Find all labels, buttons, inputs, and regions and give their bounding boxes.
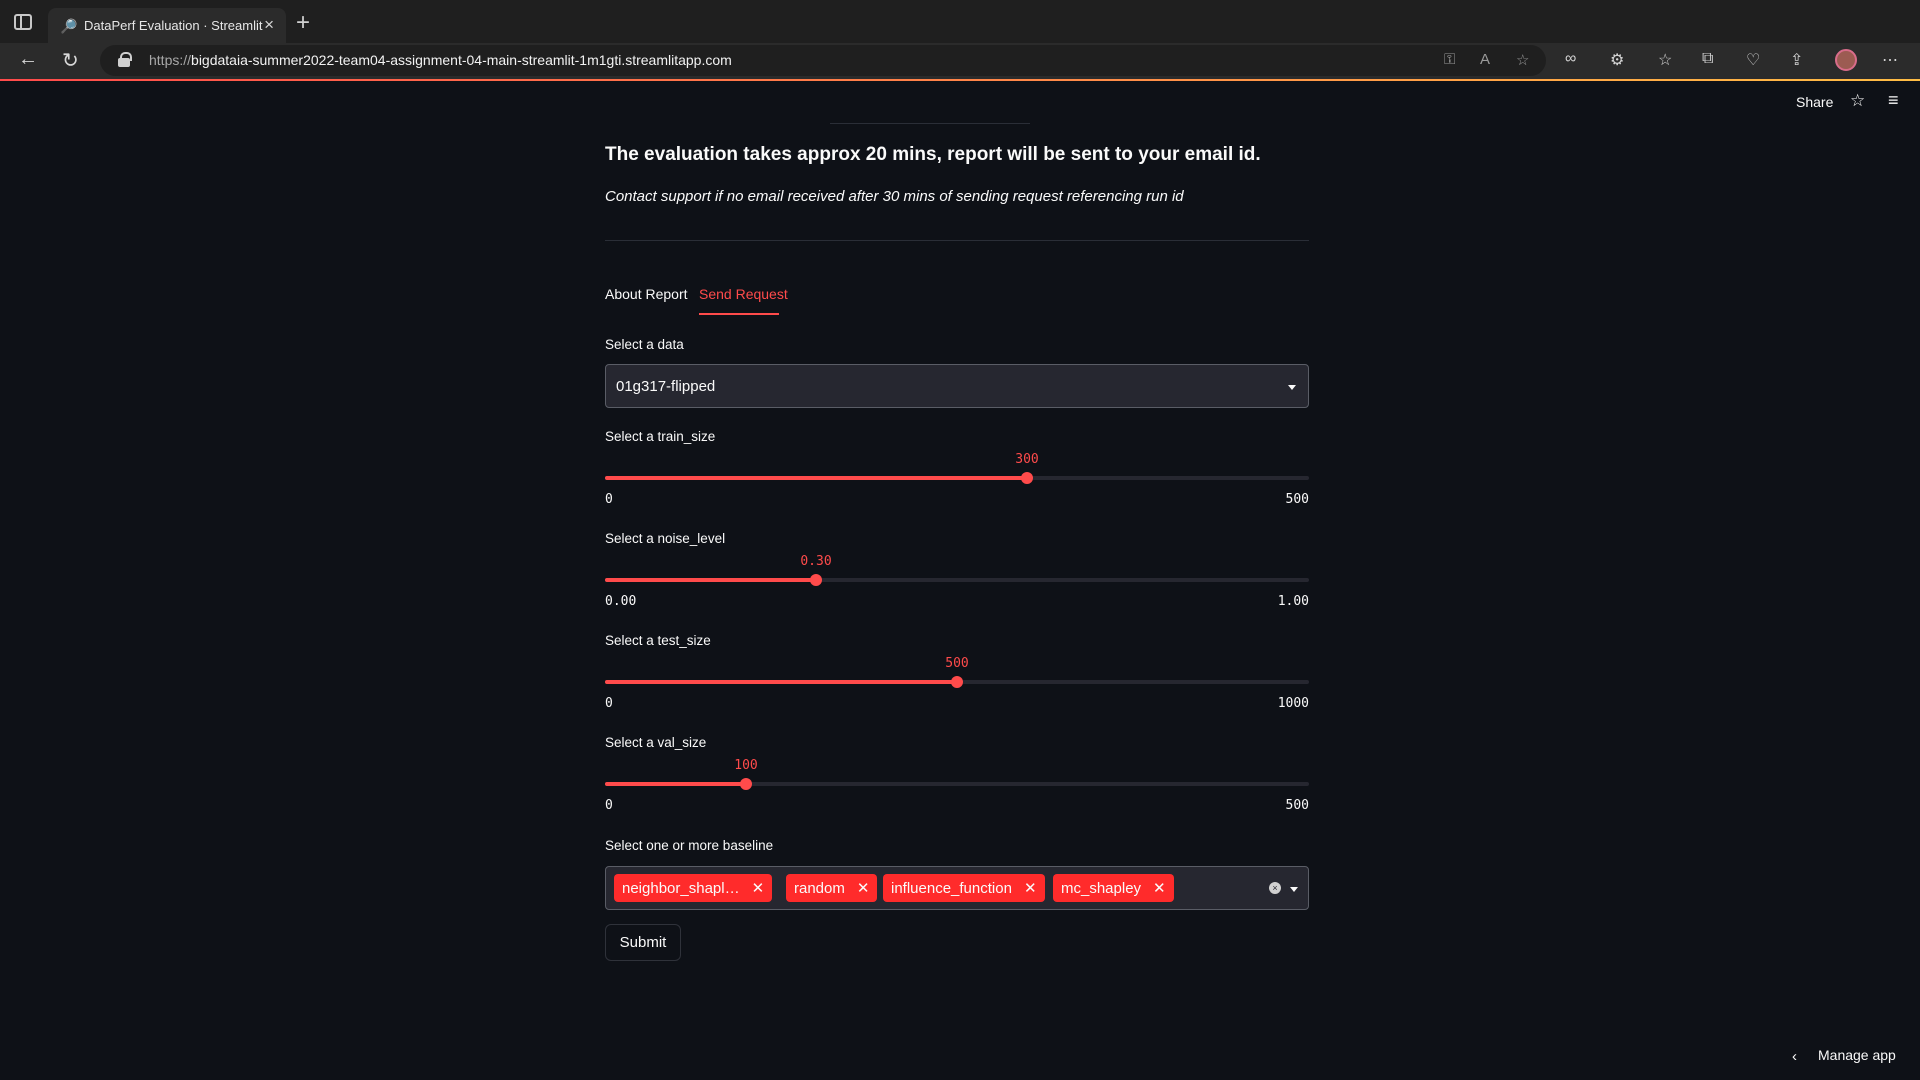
- slider-thumb[interactable]: [951, 676, 963, 688]
- slider-value: 500: [945, 656, 969, 671]
- chevron-left-icon[interactable]: ‹: [1792, 1048, 1797, 1065]
- back-icon[interactable]: ←: [18, 48, 38, 71]
- baseline-multiselect[interactable]: neighbor_shapl… ✕ random ✕ influence_funct…: [605, 866, 1309, 910]
- manage-app-button[interactable]: Manage app: [1818, 1047, 1896, 1063]
- baseline-chip[interactable]: influence_function ✕: [883, 874, 1045, 902]
- baseline-chip[interactable]: random ✕: [786, 874, 878, 902]
- tab-about-report[interactable]: About Report: [605, 286, 688, 302]
- sidebar-icon[interactable]: [14, 14, 32, 30]
- val-size-label: Select a val_size: [605, 735, 707, 750]
- close-icon[interactable]: ✕: [752, 879, 765, 897]
- chip-label: mc_shapley: [1061, 879, 1142, 897]
- slider-fill: [605, 476, 1027, 480]
- slider-fill: [605, 782, 746, 786]
- performance-icon[interactable]: ♡: [1746, 50, 1760, 70]
- slider-fill: [605, 680, 957, 684]
- favorites-icon[interactable]: ☆: [1658, 50, 1672, 70]
- slider-max: 500: [1285, 492, 1309, 507]
- slider-value: 300: [1015, 452, 1039, 467]
- slider-value: 100: [734, 758, 758, 773]
- share-button[interactable]: Share: [1796, 94, 1833, 110]
- avatar[interactable]: [1835, 49, 1857, 71]
- share-icon[interactable]: ⇪: [1790, 50, 1803, 70]
- noise-level-slider[interactable]: 0.30 0.00 1.00: [605, 554, 1309, 618]
- baseline-chip[interactable]: mc_shapley ✕: [1053, 874, 1174, 902]
- train-size-label: Select a train_size: [605, 429, 716, 444]
- star-icon[interactable]: ☆: [1850, 91, 1865, 111]
- add-favorite-icon[interactable]: ☆: [1516, 51, 1529, 69]
- chevron-down-icon[interactable]: [1290, 887, 1298, 892]
- slider-value: 0.30: [800, 554, 832, 569]
- browser-tab[interactable]: 🔎 DataPerf Evaluation · Streamlit ×: [48, 8, 286, 43]
- baseline-label: Select one or more baseline: [605, 838, 774, 853]
- tab-send-request[interactable]: Send Request: [699, 286, 788, 302]
- data-select[interactable]: 01g317-flipped: [605, 364, 1309, 408]
- key-icon[interactable]: ⚿: [1444, 51, 1455, 68]
- slider-min: 0: [605, 798, 613, 813]
- slider-max: 1.00: [1277, 594, 1309, 609]
- slider-thumb[interactable]: [1021, 472, 1033, 484]
- lock-icon: [118, 52, 132, 67]
- close-icon[interactable]: ✕: [1024, 879, 1037, 897]
- slider-thumb[interactable]: [740, 778, 752, 790]
- content-divider: [605, 240, 1309, 241]
- page-subtext: Contact support if no email received aft…: [605, 188, 1184, 205]
- close-icon[interactable]: ✕: [1153, 879, 1166, 897]
- slider-max: 500: [1285, 798, 1309, 813]
- chip-label: neighbor_shapl…: [622, 879, 740, 897]
- baseline-chip[interactable]: neighbor_shapl… ✕: [614, 874, 773, 902]
- browser-tab-strip: 🔎 DataPerf Evaluation · Streamlit × +: [0, 0, 1920, 43]
- close-icon[interactable]: ✕: [857, 879, 870, 897]
- slider-min: 0: [605, 492, 613, 507]
- address-bar[interactable]: https://bigdataia-summer2022-team04-assi…: [100, 45, 1546, 76]
- chip-label: influence_function: [891, 879, 1012, 897]
- page-heading: The evaluation takes approx 20 mins, rep…: [605, 144, 1261, 165]
- data-select-value: 01g317-flipped: [616, 378, 716, 395]
- val-size-slider[interactable]: 100 0 500: [605, 758, 1309, 822]
- test-size-label: Select a test_size: [605, 633, 711, 648]
- hamburger-icon[interactable]: ≡: [1888, 90, 1899, 111]
- extensions-icon[interactable]: ⚙: [1610, 50, 1624, 70]
- top-divider: [830, 123, 1030, 124]
- tab-title: DataPerf Evaluation · Streamlit: [84, 18, 263, 33]
- plus-icon[interactable]: +: [296, 9, 310, 37]
- slider-min: 0: [605, 696, 613, 711]
- slider-fill: [605, 578, 816, 582]
- chevron-down-icon: [1288, 385, 1296, 390]
- active-tab-indicator: [699, 313, 779, 315]
- collections-icon[interactable]: ⧉: [1702, 50, 1713, 68]
- noise-level-label: Select a noise_level: [605, 531, 726, 546]
- chip-label: random: [794, 879, 845, 897]
- slider-thumb[interactable]: [810, 574, 822, 586]
- test-size-slider[interactable]: 500 0 1000: [605, 656, 1309, 720]
- clear-all-icon[interactable]: ×: [1269, 882, 1281, 894]
- app-main: Share ☆ ≡ The evaluation takes approx 20…: [0, 81, 1920, 1080]
- train-size-slider[interactable]: 300 0 500: [605, 452, 1309, 516]
- slider-min: 0.00: [605, 594, 637, 609]
- slider-max: 1000: [1277, 696, 1309, 711]
- close-icon[interactable]: ×: [264, 15, 274, 35]
- read-aloud-icon[interactable]: A: [1480, 51, 1490, 68]
- url-text: https://bigdataia-summer2022-team04-assi…: [149, 52, 732, 68]
- more-icon[interactable]: ⋯: [1882, 50, 1898, 70]
- browser-toolbar: ← ↻ https://bigdataia-summer2022-team04-…: [0, 43, 1920, 79]
- reload-icon[interactable]: ↻: [62, 48, 79, 73]
- tab-favicon-icon: 🔎: [60, 18, 78, 34]
- glasses-icon[interactable]: ∞: [1565, 50, 1576, 68]
- submit-button[interactable]: Submit: [605, 924, 681, 961]
- data-select-label: Select a data: [605, 337, 684, 352]
